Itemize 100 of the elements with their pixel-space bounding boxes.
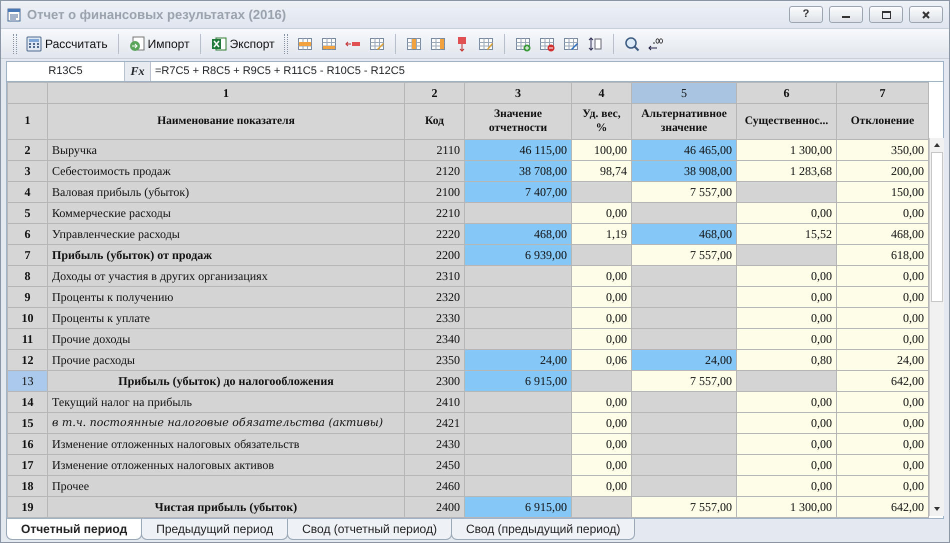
scrollbar[interactable]: [929, 138, 944, 516]
sheet-tab[interactable]: Свод (предыдущий период): [450, 519, 636, 540]
row-number[interactable]: 7: [8, 244, 48, 266]
table-cell: в т.ч. постоянные налоговые обязательства (активы): [48, 412, 404, 434]
row-number[interactable]: 19: [8, 496, 48, 518]
table-cell: 0,00: [572, 308, 632, 328]
table-cell: 200,00: [836, 160, 928, 182]
table-cell: 6 939,00: [464, 244, 572, 266]
column-header: Код: [404, 104, 464, 140]
table-cell: 0,06: [572, 350, 632, 370]
table-cell: 2120: [404, 160, 464, 182]
toolbar-button[interactable]: Импорт: [126, 32, 193, 54]
table-cell: 2210: [404, 202, 464, 224]
table-cell: 0,00: [736, 434, 836, 454]
table-cell: 0,00: [836, 412, 928, 434]
disabled-cell: [572, 496, 632, 518]
row-number[interactable]: 14: [8, 392, 48, 412]
table-cell: 2100: [404, 182, 464, 202]
table-cell: Проценты к получению: [48, 286, 404, 308]
column-number[interactable]: 1: [48, 82, 404, 104]
table-cell: 0,00: [836, 454, 928, 476]
close-icon: [922, 10, 930, 18]
table-cell: 7 557,00: [632, 182, 736, 202]
table-column-icon: [430, 36, 446, 52]
table-cell: 38 908,00: [632, 160, 736, 182]
row-number[interactable]: 18: [8, 476, 48, 496]
scrollbar-thumb[interactable]: [931, 152, 943, 302]
sheet-tab[interactable]: Предыдущий период: [141, 519, 288, 540]
column-number[interactable]: 4: [572, 82, 632, 104]
table-row-icon: [320, 36, 337, 52]
row-number[interactable]: 16: [8, 434, 48, 454]
window-title: Отчет о финансовых результатах (2016): [27, 6, 286, 24]
table-cell: 0,00: [836, 392, 928, 412]
table-cell: 2200: [404, 244, 464, 266]
table-cell: 0,00: [572, 434, 632, 454]
zoom-icon: [624, 36, 640, 52]
table-cell: 468,00: [632, 224, 736, 244]
column-number[interactable]: 2: [404, 82, 464, 104]
sheet-tab[interactable]: Свод (отчетный период): [287, 519, 452, 540]
table-cell: 46 465,00: [632, 140, 736, 160]
row-number[interactable]: 11: [8, 328, 48, 350]
row-number[interactable]: 3: [8, 160, 48, 182]
table-cell: 24,00: [464, 350, 572, 370]
table-cell: 98,74: [572, 160, 632, 182]
calculator-icon: [26, 36, 42, 52]
column-number[interactable]: 7: [836, 82, 928, 104]
table-cell: Прибыль (убыток) до налогообложения: [48, 370, 404, 392]
table-cell: Валовая прибыль (убыток): [48, 182, 404, 202]
table-cell: 0,00: [736, 308, 836, 328]
table-cell: 2421: [404, 412, 464, 434]
table-cell: Изменение отложенных налоговых обязательств: [48, 434, 404, 454]
table-cell: 0,00: [836, 328, 928, 350]
table-cell: 0,00: [736, 476, 836, 496]
row-number[interactable]: 13: [8, 370, 48, 392]
table-cell: Управленческие расходы: [48, 224, 404, 244]
table-cell: 7 557,00: [632, 370, 736, 392]
table-cell: 0,00: [572, 266, 632, 286]
table-cell: 0,00: [736, 328, 836, 350]
row-number[interactable]: 15: [8, 412, 48, 434]
table-cell: 0,00: [736, 392, 836, 412]
table-cell: 0,00: [572, 202, 632, 224]
sheet-tab[interactable]: Отчетный период: [6, 519, 142, 540]
toolbar-button[interactable]: Экспорт: [208, 32, 278, 54]
row-number[interactable]: 1: [8, 104, 48, 140]
row-number[interactable]: 4: [8, 182, 48, 202]
column-number[interactable]: 6: [736, 82, 836, 104]
row-number[interactable]: 10: [8, 308, 48, 328]
table-cell: 0,00: [572, 328, 632, 350]
row-number[interactable]: 2: [8, 140, 48, 160]
column-header: Существеннос...: [736, 104, 836, 140]
table-cell: Текущий налог на прибыль: [48, 392, 404, 412]
help-button[interactable]: ?: [789, 6, 823, 23]
table-cell: Чистая прибыль (убыток): [48, 496, 404, 518]
row-number[interactable]: 6: [8, 224, 48, 244]
column-number[interactable]: 5: [632, 82, 736, 104]
close-button[interactable]: [909, 6, 943, 23]
table-remove-icon: [538, 36, 555, 52]
table-cell: Проценты к уплате: [48, 308, 404, 328]
maximize-button[interactable]: [869, 6, 903, 23]
disabled-cell: [572, 370, 632, 392]
table-cell: 2300: [404, 370, 464, 392]
column-number[interactable]: 3: [464, 82, 572, 104]
column-header: Значение отчетности: [464, 104, 572, 140]
row-height-icon: [586, 36, 603, 52]
row-number[interactable]: 8: [8, 266, 48, 286]
table-cell: Прочее: [48, 476, 404, 496]
toolbar-button[interactable]: Рассчитать: [23, 32, 111, 54]
row-number[interactable]: 9: [8, 286, 48, 308]
row-number[interactable]: 17: [8, 454, 48, 476]
table-cell: 2430: [404, 434, 464, 454]
row-number[interactable]: 5: [8, 202, 48, 224]
minimize-button[interactable]: [829, 6, 863, 23]
table-column-icon: [406, 36, 422, 52]
disabled-cell: [572, 244, 632, 266]
column-edit-icon: [478, 36, 494, 52]
table-cell: 1 300,00: [736, 140, 836, 160]
column-header: Альтернативное значение: [632, 104, 736, 140]
table-cell: 0,00: [836, 266, 928, 286]
row-number[interactable]: 12: [8, 350, 48, 370]
table-edit-icon: [562, 36, 579, 52]
